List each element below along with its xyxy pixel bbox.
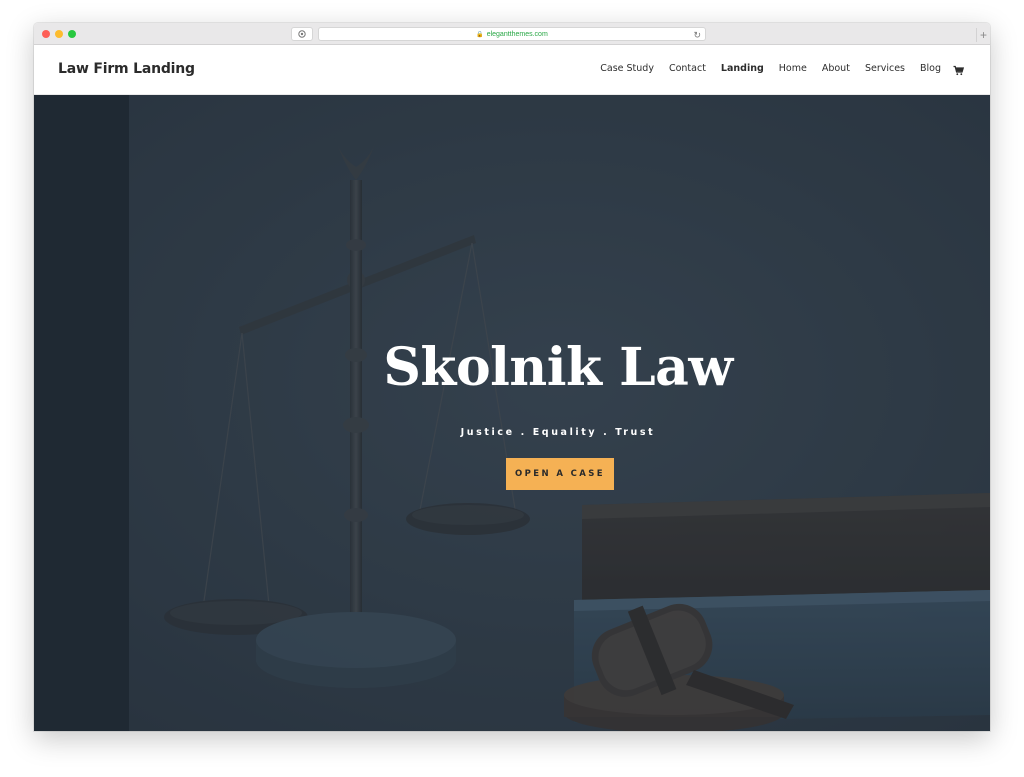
reload-icon[interactable]: ↻ xyxy=(693,28,701,42)
nav-item-contact[interactable]: Contact xyxy=(669,63,706,74)
hero-overlay xyxy=(34,95,990,731)
hero-section: Skolnik Law Justice . Equality . Trust O… xyxy=(34,95,990,731)
minimize-window-button[interactable] xyxy=(55,30,63,38)
nav-item-about[interactable]: About xyxy=(822,63,850,74)
hero-title: Skolnik Law xyxy=(383,337,733,398)
nav-item-home[interactable]: Home xyxy=(779,63,807,74)
open-a-case-button[interactable]: OPEN A CASE xyxy=(506,458,614,490)
nav-item-blog[interactable]: Blog xyxy=(920,63,941,74)
hero-left-strip xyxy=(34,95,129,731)
browser-window: 🔒 elegantthemes.com ↻ + Law Firm Landing… xyxy=(34,23,990,731)
nav-item-case-study[interactable]: Case Study xyxy=(600,63,654,74)
cart-icon[interactable] xyxy=(953,63,965,76)
zoom-window-button[interactable] xyxy=(68,30,76,38)
reader-icon[interactable] xyxy=(291,27,313,41)
nav-item-services[interactable]: Services xyxy=(865,63,905,74)
main-nav: Case Study Contact Landing Home About Se… xyxy=(585,63,965,76)
nav-item-landing[interactable]: Landing xyxy=(721,63,764,74)
browser-toolbar: 🔒 elegantthemes.com ↻ + xyxy=(34,23,990,45)
close-window-button[interactable] xyxy=(42,30,50,38)
new-tab-icon[interactable]: + xyxy=(976,28,990,42)
hero-tagline: Justice . Equality . Trust xyxy=(460,427,656,438)
url-text: elegantthemes.com xyxy=(486,30,548,38)
lock-icon: 🔒 xyxy=(476,31,484,38)
address-bar[interactable]: 🔒 elegantthemes.com ↻ xyxy=(318,27,706,41)
site-logo[interactable]: Law Firm Landing xyxy=(58,61,195,77)
site-header: Law Firm Landing Case Study Contact Land… xyxy=(34,45,990,95)
